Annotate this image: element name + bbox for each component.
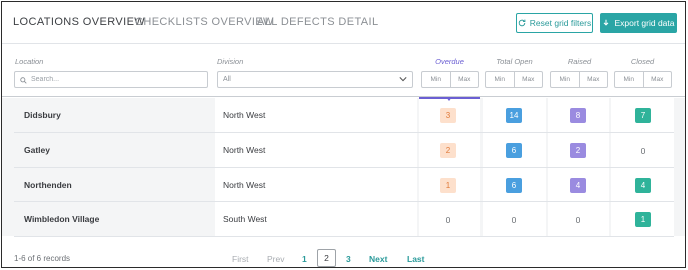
total-open-badge[interactable]: 6 [506,178,522,193]
overdue-badge[interactable]: 1 [440,178,456,193]
top-bar: LOCATIONS OVERVIEW CHECKLISTS OVERVIEW A… [2,2,685,44]
total-open-min-input[interactable]: Min [486,72,514,87]
raised-min-input[interactable]: Min [551,72,579,87]
pagination-page-3[interactable]: 3 [346,254,351,264]
row-location: Gatley [24,145,50,155]
closed-min-input[interactable]: Min [615,72,643,87]
row-divider [14,167,674,168]
row-divider [14,236,674,237]
raised-badge[interactable]: 8 [570,108,586,123]
tab-locations-overview[interactable]: LOCATIONS OVERVIEW [13,16,145,28]
row-division: North West [223,145,266,155]
column-header-total-open[interactable]: Total Open [483,57,546,66]
overdue-badge[interactable]: 3 [440,108,456,123]
total-open-range-filter: Min Max [485,71,543,88]
raised-range-filter: Min Max [550,71,608,88]
row-division: North West [223,110,266,120]
location-search-field[interactable] [14,71,208,88]
closed-badge[interactable]: 4 [635,178,651,193]
tab-all-defects-detail[interactable]: ALL DEFECTS DETAIL [257,16,379,28]
reset-grid-filters-button[interactable]: Reset grid filters [516,13,593,33]
column-header-raised[interactable]: Raised [548,57,611,66]
raised-value: 0 [575,214,581,225]
chevron-down-icon [399,76,407,84]
column-header-location[interactable]: Location [15,57,43,66]
row-location: Northenden [24,180,72,190]
column-header-closed[interactable]: Closed [611,57,674,66]
closed-badge[interactable]: 1 [635,212,651,227]
row-location: Didsbury [24,110,61,120]
sort-arrow-icon [446,97,452,101]
total-open-badge[interactable]: 14 [506,108,522,123]
pagination-last[interactable]: Last [407,254,424,264]
raised-badge[interactable]: 4 [570,178,586,193]
pagination-next[interactable]: Next [369,254,387,264]
reset-button-label: Reset grid filters [529,18,592,28]
search-input[interactable] [31,76,201,83]
row-divider [14,132,674,133]
closed-value: 0 [640,145,646,156]
pagination-page-2-current[interactable]: 2 [317,249,336,267]
record-count: 1-6 of 6 records [14,254,71,263]
tab-checklists-overview[interactable]: CHECKLISTS OVERVIEW [135,16,274,28]
refresh-icon [518,19,526,27]
row-division: North West [223,180,266,190]
search-icon [20,71,27,89]
row-location: Wimbledon Village [24,214,100,224]
pagination-prev[interactable]: Prev [267,254,284,264]
total-open-badge[interactable]: 6 [506,143,522,158]
closed-badge[interactable]: 7 [635,108,651,123]
closed-max-input[interactable]: Max [642,72,672,87]
overdue-max-input[interactable]: Max [449,72,479,87]
overdue-range-filter: Min Max [421,71,479,88]
download-icon [602,19,610,27]
row-divider [14,201,674,202]
column-header-overdue[interactable]: Overdue [419,57,480,66]
pagination-first[interactable]: First [232,254,249,264]
header-divider [2,96,685,97]
overdue-badge[interactable]: 2 [440,143,456,158]
export-grid-data-button[interactable]: Export grid data [600,13,677,33]
export-button-label: Export grid data [614,18,675,28]
pagination-page-1[interactable]: 1 [302,254,307,264]
division-select[interactable]: All [217,71,413,88]
raised-max-input[interactable]: Max [578,72,608,87]
raised-badge[interactable]: 2 [570,143,586,158]
total-open-max-input[interactable]: Max [513,72,543,87]
total-open-value: 0 [511,214,517,225]
overdue-value: 0 [445,214,451,225]
column-header-division[interactable]: Division [217,57,243,66]
division-select-value: All [223,76,231,83]
row-division: South West [223,214,267,224]
closed-range-filter: Min Max [614,71,672,88]
grid-panel: LOCATIONS OVERVIEW CHECKLISTS OVERVIEW A… [1,1,686,268]
overdue-min-input[interactable]: Min [422,72,450,87]
